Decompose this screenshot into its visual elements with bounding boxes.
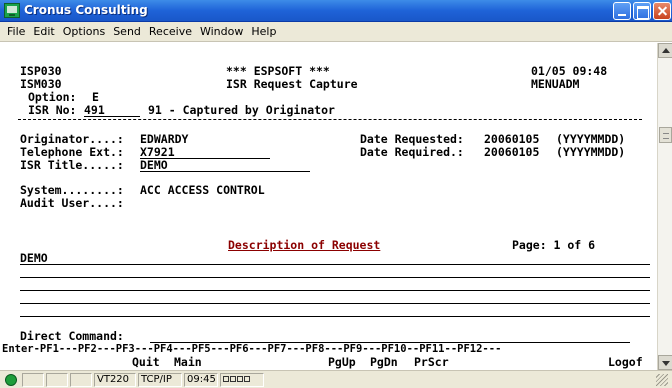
menu-edit[interactable]: Edit [29,23,58,41]
pf9-prscr-label[interactable]: PrScr [414,356,449,369]
screen-title: ISR Request Capture [226,77,358,91]
description-header: Description of Request [228,238,381,252]
separator-top [18,119,642,120]
menu-file[interactable]: File [3,23,29,41]
status-cell-blank-3 [70,373,92,387]
connection-status-icon [5,374,17,386]
pf7-pgup-label[interactable]: PgUp [328,356,356,369]
description-line-2-underline [20,277,650,278]
status-bar: VT220 TCP/IP 09:45 [0,370,672,388]
menu-id: MENUADM [531,77,580,91]
minimize-button[interactable] [613,2,631,20]
menu-window[interactable]: Window [196,23,247,41]
scrollbar-thumb[interactable] [659,127,672,143]
status-cell-blank-1 [22,373,44,387]
description-line-3-underline [20,290,650,291]
pf4-main-label[interactable]: Main [174,356,202,369]
description-line-5-underline [20,316,650,317]
status-time: 09:45 [184,373,218,387]
window-title: Cronus Consulting [24,3,148,17]
menu-bar: File Edit Options Send Receive Window He… [0,22,672,42]
audit-user-label: Audit User....: [20,196,124,210]
pf8-pgdn-label[interactable]: PgDn [370,356,398,369]
menu-help[interactable]: Help [247,23,280,41]
status-cell-blank-2 [46,373,68,387]
pf12-logoff-label[interactable]: Logof [608,356,643,369]
resize-grip-icon[interactable] [656,374,668,386]
indicator-box-icon [230,376,236,382]
isr-title-underline [140,171,310,172]
indicator-box-icon [244,376,250,382]
menu-receive[interactable]: Receive [145,23,196,41]
date-required-format: (YYYYMMDD) [556,145,626,159]
scroll-up-arrow-icon[interactable] [658,43,672,58]
keyboard-indicators [220,373,264,387]
isr-title-label: ISR Title.....: [20,158,124,172]
terminal-screen[interactable]: ISP030 *** ESPSOFT *** 01/05 09:48 ISM03… [2,43,656,370]
menu-send[interactable]: Send [109,23,145,41]
terminal-type: VT220 [94,373,136,387]
page-indicator: Page: 1 of 6 [512,238,596,252]
vertical-scrollbar[interactable] [657,43,672,370]
description-line-1-underline [20,264,650,265]
window-titlebar: Cronus Consulting [0,0,672,22]
isr-number-underline [84,116,140,117]
direct-command-label: Direct Command: [20,329,124,343]
date-required-label: Date Required.: [360,145,464,159]
isr-number-label: ISR No: [28,103,77,117]
scroll-down-arrow-icon[interactable] [658,355,672,370]
menu-options[interactable]: Options [59,23,109,41]
system-field[interactable]: ACC ACCESS CONTROL [140,184,265,197]
pf3-quit-label[interactable]: Quit [132,356,160,369]
description-line-4-underline [20,303,650,304]
date-required-field[interactable]: 20060105 [484,146,539,159]
terminal-app-icon [4,3,20,18]
indicator-box-icon [237,376,243,382]
indicator-box-icon [223,376,229,382]
protocol: TCP/IP [138,373,182,387]
isr-status: 91 - Captured by Originator [148,103,335,117]
close-button[interactable] [653,2,671,20]
maximize-button[interactable] [633,2,651,20]
